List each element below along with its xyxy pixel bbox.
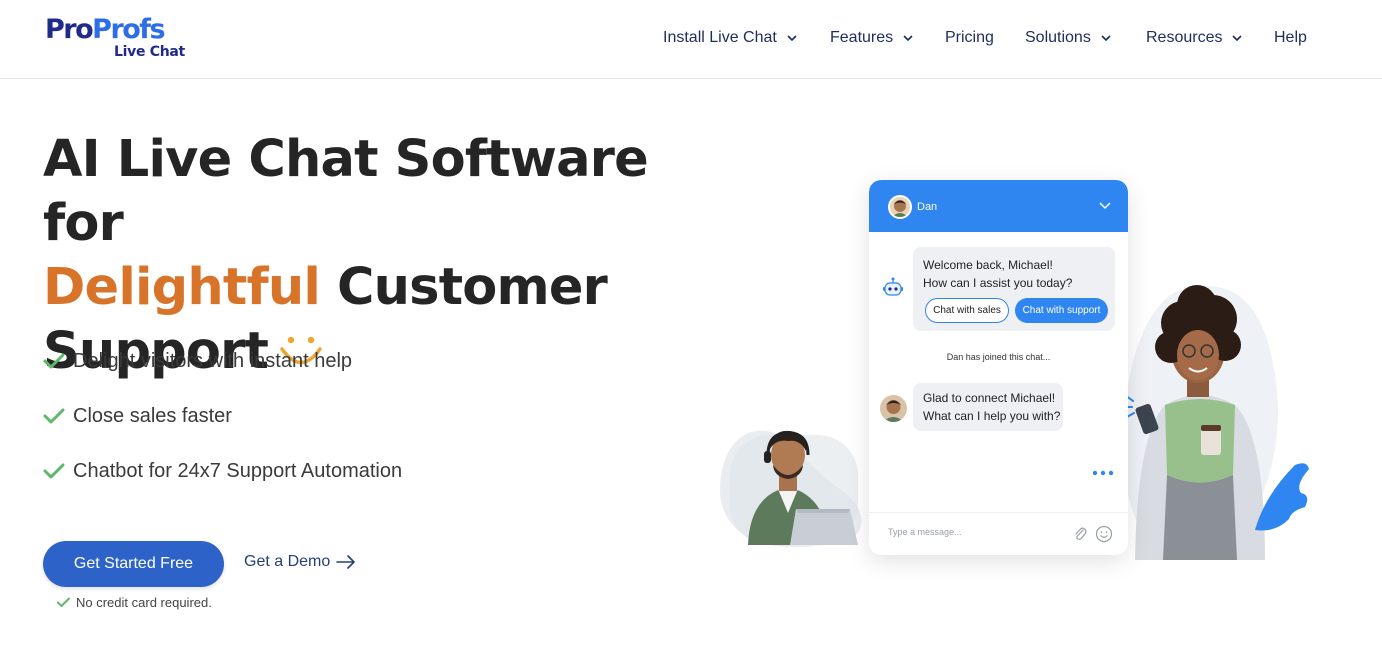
demo-label: Get a Demo: [244, 553, 331, 570]
nav-install-live-chat[interactable]: Install Live Chat: [663, 26, 798, 50]
feature-text: Chatbot for 24x7 Support Automation: [73, 459, 403, 482]
nav-label: Help: [1274, 29, 1307, 46]
man-with-laptop-illustration: [730, 430, 858, 545]
nav-label: Solutions: [1025, 29, 1091, 46]
chat-header: Dan: [869, 180, 1128, 232]
nav-label: Resources: [1146, 29, 1223, 46]
feature-text: Close sales faster: [73, 404, 232, 427]
hero-title-line1: AI Live Chat Software for: [43, 130, 649, 253]
checkmark-icon: [43, 463, 65, 479]
chevron-down-icon: [1232, 35, 1243, 42]
nav-label: Pricing: [945, 29, 994, 46]
checkmark-icon: [43, 353, 65, 369]
no-credit-card-note: No credit card required.: [57, 593, 212, 611]
feature-item: Delight visitors with instant help: [43, 346, 352, 376]
logo-wordmark: ProProfs: [45, 14, 166, 46]
proprofs-logo[interactable]: ProProfs Live Chat: [45, 14, 185, 62]
agent-joined-notice: Dan has joined this chat...: [946, 352, 1051, 362]
feature-item: Chatbot for 24x7 Support Automation: [43, 456, 402, 486]
agent-avatar: [888, 195, 912, 219]
agent-avatar-image: [883, 400, 904, 422]
agent-message-line1: Glad to connect Michael!: [923, 391, 1056, 405]
arrow-right-icon: [336, 555, 356, 569]
chevron-down-icon: [1101, 35, 1111, 42]
typing-indicator-icon: [1092, 470, 1114, 476]
get-started-free-button[interactable]: Get Started Free: [43, 541, 224, 587]
nav-resources[interactable]: Resources: [1146, 26, 1243, 50]
chevron-down-icon: [787, 35, 797, 42]
agent-avatar: [880, 395, 907, 422]
logo-subtitle: Live Chat: [114, 44, 185, 60]
nav-solutions[interactable]: Solutions: [1025, 26, 1112, 50]
hero-title-line2: Customer: [320, 258, 608, 317]
agent-avatar-image: [892, 200, 908, 217]
nav-help[interactable]: Help: [1274, 26, 1307, 50]
chatbot-icon: [883, 277, 903, 296]
message-composer[interactable]: Type a message...: [869, 512, 1128, 555]
feature-item: Close sales faster: [43, 401, 232, 431]
nav-pricing[interactable]: Pricing: [945, 26, 994, 50]
agent-name: Dan: [917, 201, 938, 213]
logo-part-pro: Pro: [45, 14, 94, 45]
chevron-down-icon[interactable]: [1099, 201, 1111, 210]
chat-with-support-button[interactable]: Chat with support: [1015, 298, 1108, 323]
logo-part-profs: Profs: [92, 14, 165, 45]
chat-widget-preview: Dan Welcome back, Michael! How can I ass…: [869, 180, 1128, 555]
site-header: ProProfs Live Chat Install Live Chat Fea…: [0, 0, 1382, 79]
message-input-placeholder[interactable]: Type a message...: [888, 527, 962, 537]
bot-message-line1: Welcome back, Michael!: [923, 258, 1053, 272]
chat-with-sales-button[interactable]: Chat with sales: [925, 298, 1009, 323]
agent-message-line2: What can I help you with?: [923, 409, 1061, 423]
checkmark-icon: [43, 408, 65, 424]
checkmark-icon: [57, 597, 70, 607]
nav-features[interactable]: Features: [830, 26, 914, 50]
note-text: No credit card required.: [76, 594, 212, 610]
hero-title-accent: Delightful: [43, 258, 321, 317]
nav-label: Install Live Chat: [663, 29, 777, 46]
bot-message-line2: How can I assist you today?: [923, 276, 1073, 290]
feature-text: Delight visitors with instant help: [73, 349, 353, 372]
paperclip-icon[interactable]: [1073, 526, 1087, 542]
decorative-leaf-icon: [1255, 463, 1309, 531]
chevron-down-icon: [903, 35, 913, 42]
nav-label: Features: [830, 29, 894, 46]
agent-message: Glad to connect Michael! What can I help…: [913, 383, 1063, 431]
emoji-icon[interactable]: [1095, 525, 1113, 543]
get-a-demo-link[interactable]: Get a Demo: [244, 551, 356, 573]
